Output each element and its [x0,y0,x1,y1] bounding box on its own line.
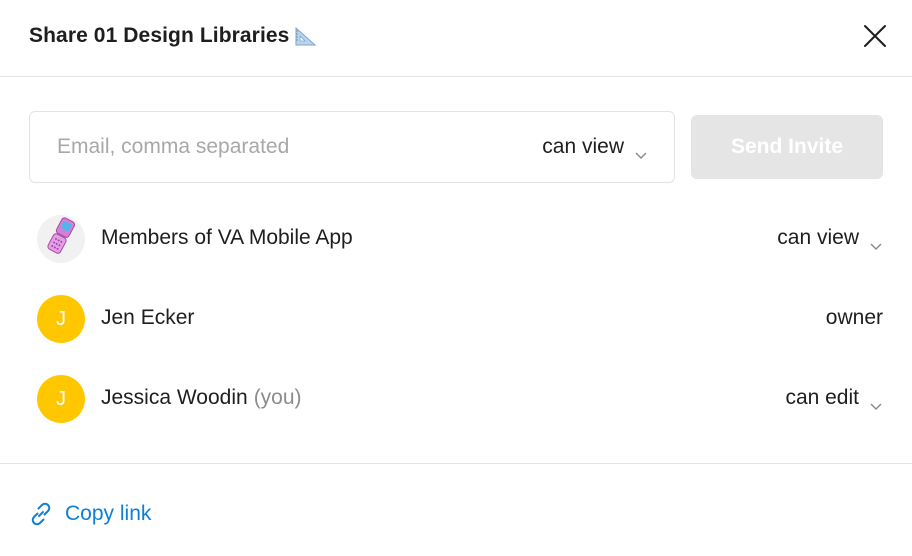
invite-email-input[interactable] [30,112,510,182]
member-role-label: owner [826,306,883,330]
invite-permission-dropdown[interactable]: can view [542,112,648,182]
member-name-text: Jen Ecker [101,306,195,329]
member-role-label: can view [777,226,859,249]
member-name: Jen Ecker [101,306,194,330]
member-role-dropdown[interactable]: can edit [785,386,883,411]
footer-divider [0,463,912,464]
member-role-text: owner [825,306,883,329]
flip-phone-icon [44,216,78,262]
member-row-self: J Jessica Woodin (you) can edit [0,369,912,429]
invite-field-group: can view [29,111,675,183]
triangular-ruler-icon [294,25,318,47]
close-button[interactable] [860,23,890,53]
member-name-text: Jessica Woodin [101,386,248,409]
chevron-down-icon [634,142,648,160]
chevron-down-icon [869,233,883,251]
avatar: J [37,375,85,423]
copy-link-label: Copy link [65,502,152,525]
share-dialog: Share 01 Design Libraries Email, comma s… [0,0,912,556]
dialog-title: Share 01 Design Libraries [29,24,318,48]
close-icon [863,24,887,53]
member-row-team: Members of VA Mobile App can view [0,209,912,269]
avatar-initial: J [56,307,66,330]
member-name-text: Members of VA Mobile App [101,226,353,249]
member-role-dropdown[interactable]: can view [777,226,883,251]
send-invite-button[interactable]: Send Invite [691,115,883,179]
link-icon [28,501,54,527]
avatar: J [37,295,85,343]
you-indicator: (you) [253,386,302,409]
copy-link-button[interactable]: Copy link [28,498,151,530]
chevron-down-icon [869,393,883,411]
send-invite-label: Send Invite [730,135,844,158]
member-name: Jessica Woodin (you) [101,386,302,410]
member-role-label: can edit [785,386,859,409]
dialog-header: Share 01 Design Libraries [0,0,912,77]
avatar-initial: J [56,387,66,410]
member-row-owner: J Jen Ecker owner [0,289,912,349]
team-avatar [37,215,85,263]
member-name: Members of VA Mobile App [101,226,353,250]
dialog-title-text: Share 01 Design Libraries [29,24,290,47]
invite-permission-label: can view [542,135,624,158]
